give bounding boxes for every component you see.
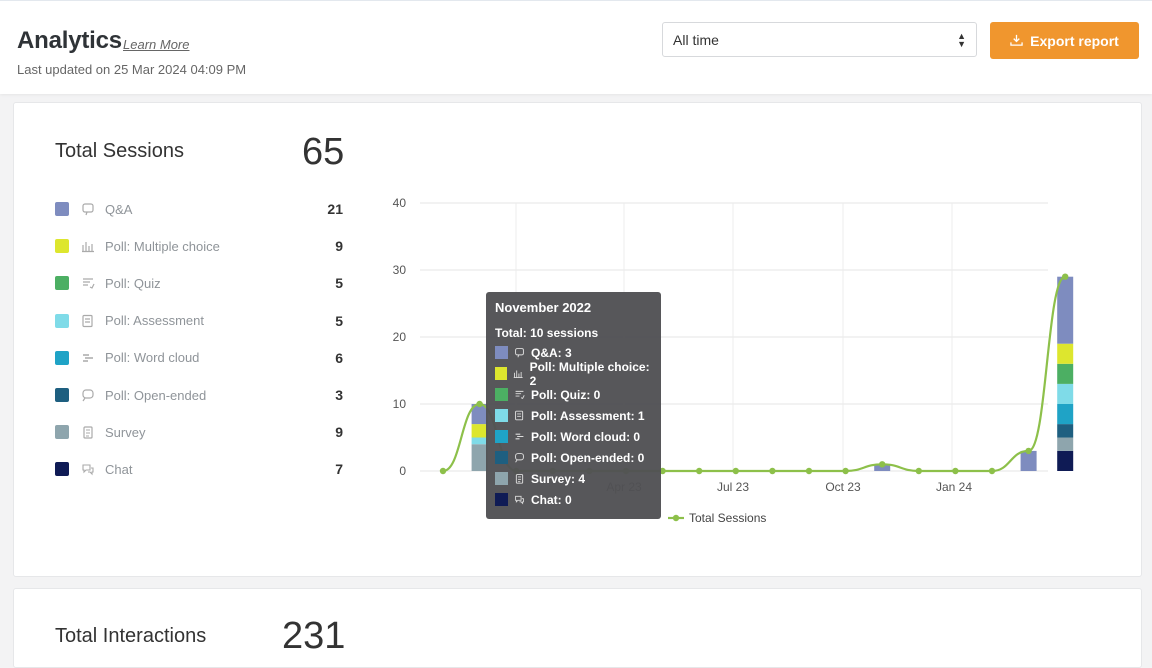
tooltip-row-label: Poll: Quiz: 0 <box>531 387 601 402</box>
line-point <box>1025 447 1032 455</box>
tooltip-swatch <box>495 493 508 506</box>
tooltip-total: Total: 10 sessions <box>495 326 599 340</box>
bar-segment <box>1057 363 1074 384</box>
assessment-icon <box>515 410 524 421</box>
quiz-icon <box>515 390 525 400</box>
survey-icon <box>515 474 524 484</box>
tooltip-row-label: Chat: 0 <box>531 492 572 507</box>
bar-segment <box>1057 343 1074 364</box>
tooltip-row: Poll: Multiple choice: 2 <box>495 360 652 388</box>
x-tick-label: Jul 23 <box>717 480 749 494</box>
tooltip-swatch <box>495 346 508 359</box>
chart-tooltip: November 2022 Total: 10 sessions Q&A: 3P… <box>486 292 661 519</box>
line-point <box>732 467 739 475</box>
line-point <box>439 467 447 475</box>
bar-segment <box>1057 437 1074 451</box>
tooltip-swatch <box>495 409 508 422</box>
bar-segment <box>1057 383 1074 404</box>
y-tick-label: 30 <box>393 263 407 277</box>
line-point <box>842 467 849 475</box>
y-tick-label: 20 <box>393 330 407 344</box>
line-point <box>769 467 776 475</box>
tooltip-swatch <box>495 430 508 443</box>
bar-chart-icon <box>513 370 523 379</box>
tooltip-row-label: Poll: Assessment: 1 <box>531 408 645 423</box>
tooltip-row: Poll: Assessment: 1 <box>495 405 652 426</box>
tooltip-row: Survey: 4 <box>495 468 652 489</box>
tooltip-row: Chat: 0 <box>495 489 652 510</box>
tooltip-swatch <box>495 367 508 380</box>
tooltip-row-label: Q&A: 3 <box>531 345 572 360</box>
bar-segment <box>1057 450 1074 471</box>
qa-icon <box>515 348 524 358</box>
tooltip-title: November 2022 <box>495 300 592 315</box>
line-point <box>988 467 996 475</box>
tooltip-row: Poll: Open-ended: 0 <box>495 447 652 468</box>
chat-icon <box>515 495 524 505</box>
tooltip-row-label: Survey: 4 <box>531 471 586 486</box>
tooltip-row-label: Poll: Word cloud: 0 <box>531 429 641 444</box>
tooltip-swatch <box>495 388 508 401</box>
bar-segment <box>1057 276 1074 344</box>
line-point <box>476 400 483 408</box>
line-point <box>1062 273 1069 280</box>
open-ended-icon <box>515 453 524 463</box>
bar-segment <box>1057 424 1074 438</box>
word-cloud-icon <box>515 433 524 440</box>
line-point <box>952 467 959 475</box>
tooltip-row: Poll: Word cloud: 0 <box>495 426 652 447</box>
tooltip-row-label: Poll: Open-ended: 0 <box>531 450 645 465</box>
line-point <box>696 467 703 475</box>
line-point <box>915 467 922 475</box>
y-tick-label: 40 <box>393 196 407 210</box>
bar-segment <box>1057 404 1074 425</box>
x-tick-label: Oct 23 <box>825 480 861 494</box>
y-tick-label: 10 <box>393 397 407 411</box>
y-tick-label: 0 <box>399 464 406 478</box>
line-legend-dot <box>672 514 680 522</box>
line-legend-label: Total Sessions <box>689 511 766 525</box>
x-tick-label: Jan 24 <box>936 480 972 494</box>
tooltip-swatch <box>495 472 508 485</box>
line-point <box>805 467 813 475</box>
tooltip-row-label: Poll: Multiple choice: 2 <box>529 359 650 388</box>
tooltip-rows: Q&A: 3 Poll: Multiple choice: 2 Poll: Quiz… <box>495 342 652 510</box>
line-point <box>879 461 886 468</box>
tooltip-swatch <box>495 451 508 464</box>
